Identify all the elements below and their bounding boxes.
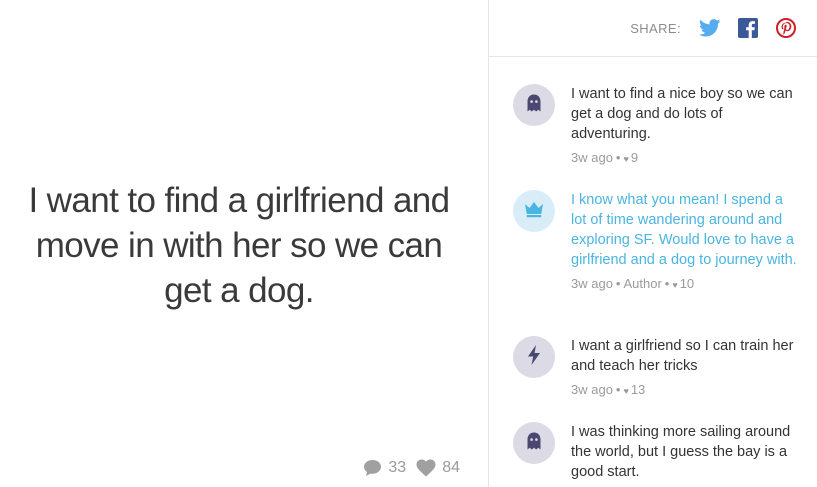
share-bar: SHARE: bbox=[489, 0, 817, 57]
heart-icon[interactable]: ♥ bbox=[672, 280, 677, 290]
comment-meta: 3w ago • Author • ♥ 10 bbox=[571, 276, 695, 291]
comment-likes: 10 bbox=[679, 276, 695, 291]
comment-text: I want to find a nice boy so we can get … bbox=[571, 86, 793, 142]
ghost-icon bbox=[524, 431, 544, 456]
likes-stat[interactable]: 84 bbox=[416, 459, 460, 477]
ghost-icon bbox=[524, 93, 544, 118]
comment-body: I know what you mean! I spend a lot of t… bbox=[571, 190, 799, 291]
comment-text: I was thinking more sailing around the w… bbox=[571, 424, 791, 480]
comment-item: I was thinking more sailing around the w… bbox=[513, 422, 799, 482]
comment-text: I know what you mean! I spend a lot of t… bbox=[571, 192, 797, 268]
comments-panel: SHARE: I want to find a nice boy so we c… bbox=[489, 0, 817, 487]
comments-list: I want to find a nice boy so we can get … bbox=[489, 57, 817, 487]
avatar[interactable] bbox=[513, 190, 555, 232]
twitter-icon[interactable] bbox=[697, 15, 723, 41]
post-text: I want to find a girlfriend and move in … bbox=[28, 181, 450, 310]
avatar[interactable] bbox=[513, 422, 555, 464]
likes-count: 84 bbox=[442, 459, 460, 476]
comment-body: I want a girlfriend so I can train her a… bbox=[571, 336, 799, 397]
comment-time: 3w ago bbox=[571, 150, 613, 165]
comment-meta: 3w ago • ♥ 13 bbox=[571, 382, 646, 397]
comment-body: I want to find a nice boy so we can get … bbox=[571, 84, 799, 165]
comment-likes: 9 bbox=[630, 150, 639, 165]
crown-icon bbox=[523, 200, 545, 223]
comments-stat[interactable]: 33 bbox=[363, 459, 406, 477]
heart-icon bbox=[416, 459, 436, 477]
lightning-icon bbox=[526, 344, 542, 371]
comment-item: I want to find a nice boy so we can get … bbox=[513, 84, 799, 165]
avatar[interactable] bbox=[513, 336, 555, 378]
comment-bubble-icon bbox=[363, 459, 382, 477]
avatar[interactable] bbox=[513, 84, 555, 126]
comments-count: 33 bbox=[388, 459, 407, 476]
author-tag: Author bbox=[623, 276, 662, 291]
pinterest-icon[interactable] bbox=[773, 15, 799, 41]
post-stats: 33 84 bbox=[363, 459, 460, 477]
comment-likes: 13 bbox=[630, 382, 646, 397]
comment-meta: 3w ago • ♥ 9 bbox=[571, 150, 639, 165]
post-panel: I want to find a girlfriend and move in … bbox=[0, 0, 489, 487]
share-label: SHARE: bbox=[630, 20, 681, 36]
heart-icon[interactable]: ♥ bbox=[623, 386, 628, 396]
comment-item: I know what you mean! I spend a lot of t… bbox=[513, 190, 799, 291]
comment-time: 3w ago bbox=[571, 276, 613, 291]
heart-icon[interactable]: ♥ bbox=[623, 154, 628, 164]
comment-time: 3w ago bbox=[571, 382, 613, 397]
facebook-icon[interactable] bbox=[735, 15, 761, 41]
comment-text: I want a girlfriend so I can train her a… bbox=[571, 338, 794, 374]
comment-body: I was thinking more sailing around the w… bbox=[571, 422, 799, 482]
comment-item: I want a girlfriend so I can train her a… bbox=[513, 336, 799, 397]
